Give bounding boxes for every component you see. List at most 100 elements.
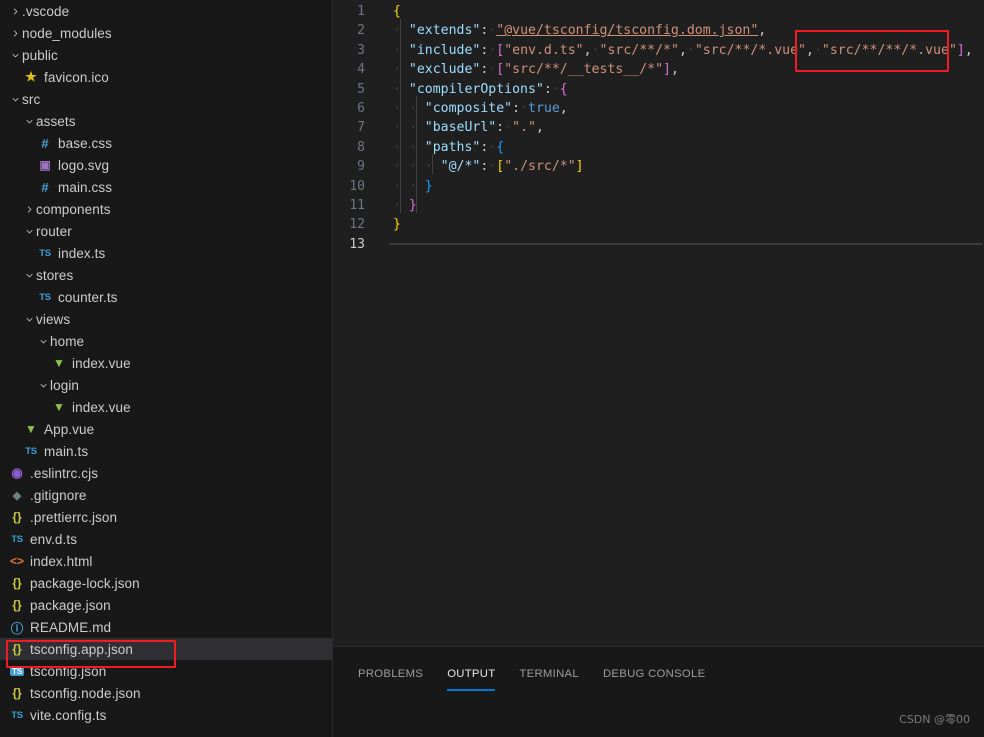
tree-item-vite-config-ts[interactable]: TS vite.config.ts	[0, 704, 332, 726]
tree-item-views[interactable]: views	[0, 308, 332, 330]
tree-item-vscode[interactable]: .vscode	[0, 0, 332, 22]
code-content[interactable]: 1{ 2 · "extends":·"@vue/tsconfig/tsconfig.…	[333, 0, 984, 254]
tree-item-label: main.ts	[44, 443, 89, 459]
tree-item-base-css[interactable]: # base.css	[0, 132, 332, 154]
tree-item-gitignore[interactable]: ◆ .gitignore	[0, 484, 332, 506]
tree-item-label: tsconfig.node.json	[30, 685, 141, 701]
chevron-down-icon[interactable]	[8, 88, 22, 110]
tree-item-counter-ts[interactable]: TS counter.ts	[0, 286, 332, 308]
panel-tab-terminal[interactable]: TERMINAL	[507, 663, 591, 691]
code-line[interactable]: 4 · "exclude":·["src/**/__tests__/*"],	[333, 60, 984, 79]
tree-item-app-vue[interactable]: ▼ App.vue	[0, 418, 332, 440]
line-number: 7	[357, 120, 365, 136]
tree-item-stores[interactable]: stores	[0, 264, 332, 286]
code-line-text[interactable]: · · }	[373, 177, 984, 196]
line-number: 5	[357, 81, 365, 97]
html-icon: <>	[9, 554, 24, 568]
tree-item-package-json[interactable]: {} package.json	[0, 594, 332, 616]
tree-item-label: views	[36, 311, 71, 327]
tree-item-label: tsconfig.json	[30, 663, 107, 679]
tree-item-index-vue[interactable]: ▼ index.vue	[0, 396, 332, 418]
tree-item-components[interactable]: components	[0, 198, 332, 220]
eslint-icon: ◉	[11, 465, 23, 480]
tree-item-label: assets	[36, 113, 76, 129]
tree-item-tsconfig-json[interactable]: TS tsconfig.json	[0, 660, 332, 682]
tree-item-router[interactable]: router	[0, 220, 332, 242]
chevron-right-icon[interactable]	[22, 198, 36, 220]
tree-item-label: home	[50, 333, 85, 349]
explorer-sidebar[interactable]: .vscode node_modules public ★ favicon.ico src…	[0, 0, 333, 737]
tree-item-label: components	[36, 201, 111, 217]
ts-icon: TS	[39, 247, 51, 259]
code-line-text[interactable]: · · "baseUrl":·".",	[373, 118, 984, 137]
panel-tab-output[interactable]: OUTPUT	[435, 663, 507, 691]
chevron-down-icon[interactable]	[22, 308, 36, 330]
tree-item-logo-svg[interactable]: ▣ logo.svg	[0, 154, 332, 176]
tree-item-main-ts[interactable]: TS main.ts	[0, 440, 332, 462]
tree-item-prettierrc-json[interactable]: {} .prettierrc.json	[0, 506, 332, 528]
tree-item-label: main.css	[58, 179, 113, 195]
tree-item-assets[interactable]: assets	[0, 110, 332, 132]
line-number: 2	[357, 23, 365, 39]
tree-item-home[interactable]: home	[0, 330, 332, 352]
tree-item-index-vue[interactable]: ▼ index.vue	[0, 352, 332, 374]
chevron-down-icon[interactable]	[22, 220, 36, 242]
tree-item-label: index.html	[30, 553, 93, 569]
tree-item-public[interactable]: public	[0, 44, 332, 66]
tree-item-tsconfig-node-json[interactable]: {} tsconfig.node.json	[0, 682, 332, 704]
panel-tab-bar[interactable]: PROBLEMS OUTPUT TERMINAL DEBUG CONSOLE	[333, 647, 984, 694]
code-line[interactable]: 9 · · · "@/*":·["./src/*"]	[333, 157, 984, 176]
chevron-down-icon[interactable]	[36, 374, 50, 396]
line-number: 12	[349, 217, 365, 233]
svg-icon: ▣	[39, 158, 51, 172]
chevron-down-icon[interactable]	[36, 330, 50, 352]
tree-item-eslintrc-cjs[interactable]: ◉ .eslintrc.cjs	[0, 462, 332, 484]
tree-item-package-lock-json[interactable]: {} package-lock.json	[0, 572, 332, 594]
code-line-text[interactable]: · }	[373, 196, 984, 215]
code-line[interactable]: 3 · "include":·["env.d.ts",·"src/**/*",·"…	[333, 41, 984, 60]
code-line[interactable]: 11 · }	[333, 196, 984, 215]
code-line-text[interactable]: · "extends":·"@vue/tsconfig/tsconfig.dom…	[373, 21, 984, 40]
file-tree[interactable]: .vscode node_modules public ★ favicon.ico src…	[0, 0, 332, 726]
tree-item-env-d-ts[interactable]: TS env.d.ts	[0, 528, 332, 550]
chevron-right-icon[interactable]	[8, 0, 22, 22]
vue-icon: ▼	[25, 422, 37, 436]
panel-tab-debug-console[interactable]: DEBUG CONSOLE	[591, 663, 717, 691]
tree-item-login[interactable]: login	[0, 374, 332, 396]
code-line-text[interactable]: {	[373, 2, 984, 21]
tree-item-tsconfig-app-json[interactable]: {} tsconfig.app.json	[0, 638, 332, 660]
line-number: 13	[349, 236, 365, 252]
code-line-text[interactable]: · "include":·["env.d.ts",·"src/**/*",·"s…	[373, 41, 984, 60]
code-line-text[interactable]: · · · "@/*":·["./src/*"]	[373, 157, 984, 176]
tree-item-src[interactable]: src	[0, 88, 332, 110]
chevron-down-icon[interactable]	[22, 264, 36, 286]
panel-tab-problems[interactable]: PROBLEMS	[346, 663, 435, 691]
tree-item-index-html[interactable]: <> index.html	[0, 550, 332, 572]
code-line[interactable]: 7 · · "baseUrl":·".",	[333, 118, 984, 137]
tree-item-readme-md[interactable]: ⓘ README.md	[0, 616, 332, 638]
code-line-text[interactable]: }	[373, 215, 984, 234]
chevron-down-icon[interactable]	[8, 44, 22, 66]
code-line[interactable]: 10 · · }	[333, 177, 984, 196]
chevron-right-icon[interactable]	[8, 22, 22, 44]
json-icon: {}	[12, 576, 22, 590]
tree-item-label: stores	[36, 267, 74, 283]
code-line[interactable]: 8 · · "paths":·{	[333, 138, 984, 157]
code-line-text[interactable]: · · "composite":·true,	[373, 99, 984, 118]
tree-item-favicon-ico[interactable]: ★ favicon.ico	[0, 66, 332, 88]
code-line-text[interactable]: · · "paths":·{	[373, 138, 984, 157]
tree-item-main-css[interactable]: # main.css	[0, 176, 332, 198]
code-editor[interactable]: 1{ 2 · "extends":·"@vue/tsconfig/tsconfig.…	[333, 0, 984, 646]
code-line[interactable]: 5 · "compilerOptions":·{	[333, 80, 984, 99]
tree-item-index-ts[interactable]: TS index.ts	[0, 242, 332, 264]
code-line[interactable]: 12}	[333, 215, 984, 234]
code-line[interactable]: 2 · "extends":·"@vue/tsconfig/tsconfig.do…	[333, 21, 984, 40]
code-line-text[interactable]: · "exclude":·["src/**/__tests__/*"],	[373, 60, 984, 79]
code-line[interactable]: 13	[333, 235, 984, 254]
tree-item-label: vite.config.ts	[30, 707, 107, 723]
chevron-down-icon[interactable]	[22, 110, 36, 132]
tree-item-node-modules[interactable]: node_modules	[0, 22, 332, 44]
code-line[interactable]: 6 · · "composite":·true,	[333, 99, 984, 118]
code-line-text[interactable]: · "compilerOptions":·{	[373, 80, 984, 99]
code-line[interactable]: 1{	[333, 2, 984, 21]
